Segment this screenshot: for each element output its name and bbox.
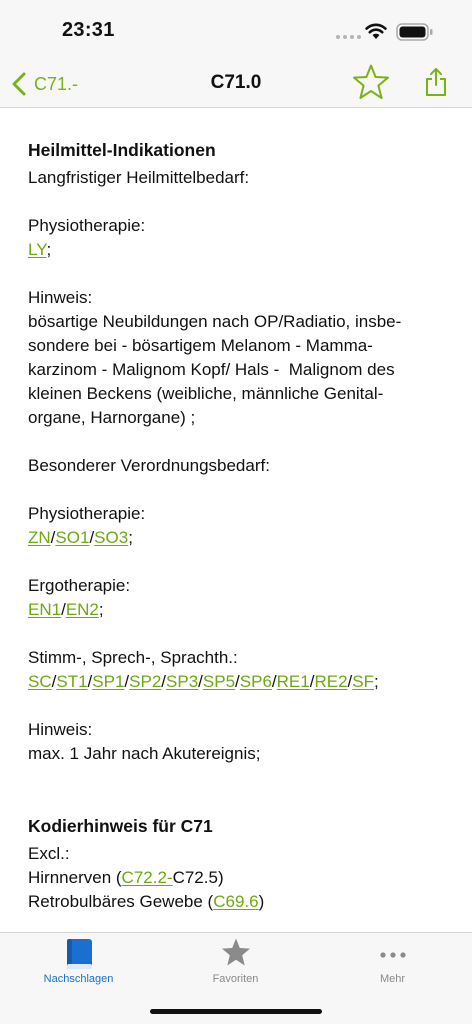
signal-icon xyxy=(336,35,361,39)
tab-nachschlagen[interactable]: Nachschlagen xyxy=(0,933,157,993)
status-time: 23:31 xyxy=(62,19,115,41)
favorite-star-button[interactable] xyxy=(352,63,390,101)
exclusion-row: Hirnnerven (C72.2-C72.5) xyxy=(28,866,444,890)
code-link[interactable]: C72.2- xyxy=(122,868,173,887)
code-link[interactable]: EN1 xyxy=(28,600,61,619)
tab-mehr[interactable]: Mehr xyxy=(314,933,471,993)
section-heading-indications: Heilmittel-Indikationen xyxy=(28,140,216,160)
section-heading-coding: Kodierhinweis für C71 xyxy=(28,816,213,836)
home-indicator xyxy=(150,1009,322,1014)
note-line: sondere bei - bösartigem Melanom - Mamma… xyxy=(28,336,373,355)
code-link[interactable]: RE1 xyxy=(277,672,310,691)
tab-label: Mehr xyxy=(379,973,406,985)
special-need-label: Besonderer Verordnungsbedarf: xyxy=(28,456,270,475)
note-line: organe, Harnorgane) ; xyxy=(28,408,196,427)
physio-codes-line: LY; xyxy=(28,238,444,262)
code-link[interactable]: ST1 xyxy=(56,672,87,691)
tab-label: Favoriten xyxy=(212,973,259,985)
physio-codes-line: ZN/SO1/SO3; xyxy=(28,526,444,550)
code-link[interactable]: SF xyxy=(352,672,374,691)
tab-label: Nachschlagen xyxy=(43,973,114,985)
status-bar: 23:31 xyxy=(0,0,472,60)
speech-label: Stimm-, Sprech-, Sprachth.: xyxy=(28,648,238,667)
note-label: Hinweis: xyxy=(28,720,93,739)
exclusion-row: Retrobulbäres Gewebe (C69.6) xyxy=(28,890,444,914)
code-separator: ; xyxy=(374,672,379,691)
exclusion-text: Hirnnerven ( xyxy=(28,868,122,887)
exclusion-text: Retrobulbäres Gewebe ( xyxy=(28,892,214,911)
ergo-label: Ergotherapie: xyxy=(28,576,131,595)
code-link[interactable]: C69.6 xyxy=(213,892,258,911)
tab-bar: Nachschlagen Favoriten Mehr xyxy=(0,932,472,1024)
code-link[interactable]: SP3 xyxy=(166,672,198,691)
code-link[interactable]: SP5 xyxy=(203,672,235,691)
code-link[interactable]: ZN xyxy=(28,528,51,547)
ergo-codes-line: EN1/EN2; xyxy=(28,598,444,622)
content-scroll-area[interactable]: Heilmittel-Indikationen Langfristiger He… xyxy=(0,108,472,932)
book-icon xyxy=(66,939,92,969)
note-label: Hinweis: xyxy=(28,288,93,307)
code-separator: ; xyxy=(46,240,52,259)
code-link[interactable]: SP6 xyxy=(240,672,272,691)
tab-favoriten[interactable]: Favoriten xyxy=(157,933,314,993)
code-link[interactable]: SP1 xyxy=(92,672,124,691)
excl-label: Excl.: xyxy=(28,844,70,863)
code-link[interactable]: RE2 xyxy=(314,672,347,691)
exclusion-text: C72.5) xyxy=(172,868,224,887)
code-link[interactable]: SO1 xyxy=(55,528,89,547)
note-text: max. 1 Jahr nach Akutereignis; xyxy=(28,744,261,763)
star-icon xyxy=(221,938,250,966)
note-line: bösartige Neubildungen nach OP/Radiatio,… xyxy=(28,312,402,331)
code-link[interactable]: EN2 xyxy=(66,600,99,619)
code-link[interactable]: SC xyxy=(28,672,52,691)
page-title: C71.0 xyxy=(210,72,262,93)
wifi-icon xyxy=(365,23,387,39)
note-line: kleinen Beckens (weibliche, männliche Ge… xyxy=(28,384,384,403)
battery-icon xyxy=(396,23,433,41)
long-term-need-label: Langfristiger Heilmittelbedarf: xyxy=(28,168,250,187)
exclusion-text: ) xyxy=(258,892,265,911)
physio-label: Physiotherapie: xyxy=(28,216,146,235)
code-link[interactable]: SO3 xyxy=(94,528,128,547)
physio-label: Physiotherapie: xyxy=(28,504,146,523)
note-line: karzinom - Malignom Kopf/ Hals - Maligno… xyxy=(28,360,395,379)
speech-codes-line: SC/ST1/SP1/SP2/SP3/SP5/SP6/RE1/RE2/SF; xyxy=(28,670,444,694)
code-link[interactable]: LY xyxy=(28,240,46,259)
more-icon xyxy=(379,952,406,958)
code-link[interactable]: SP2 xyxy=(129,672,161,691)
share-button[interactable] xyxy=(424,66,448,98)
code-separator: ; xyxy=(98,600,104,619)
code-separator: ; xyxy=(128,528,133,547)
navigation-bar: C71.- C71.0 xyxy=(0,60,472,108)
